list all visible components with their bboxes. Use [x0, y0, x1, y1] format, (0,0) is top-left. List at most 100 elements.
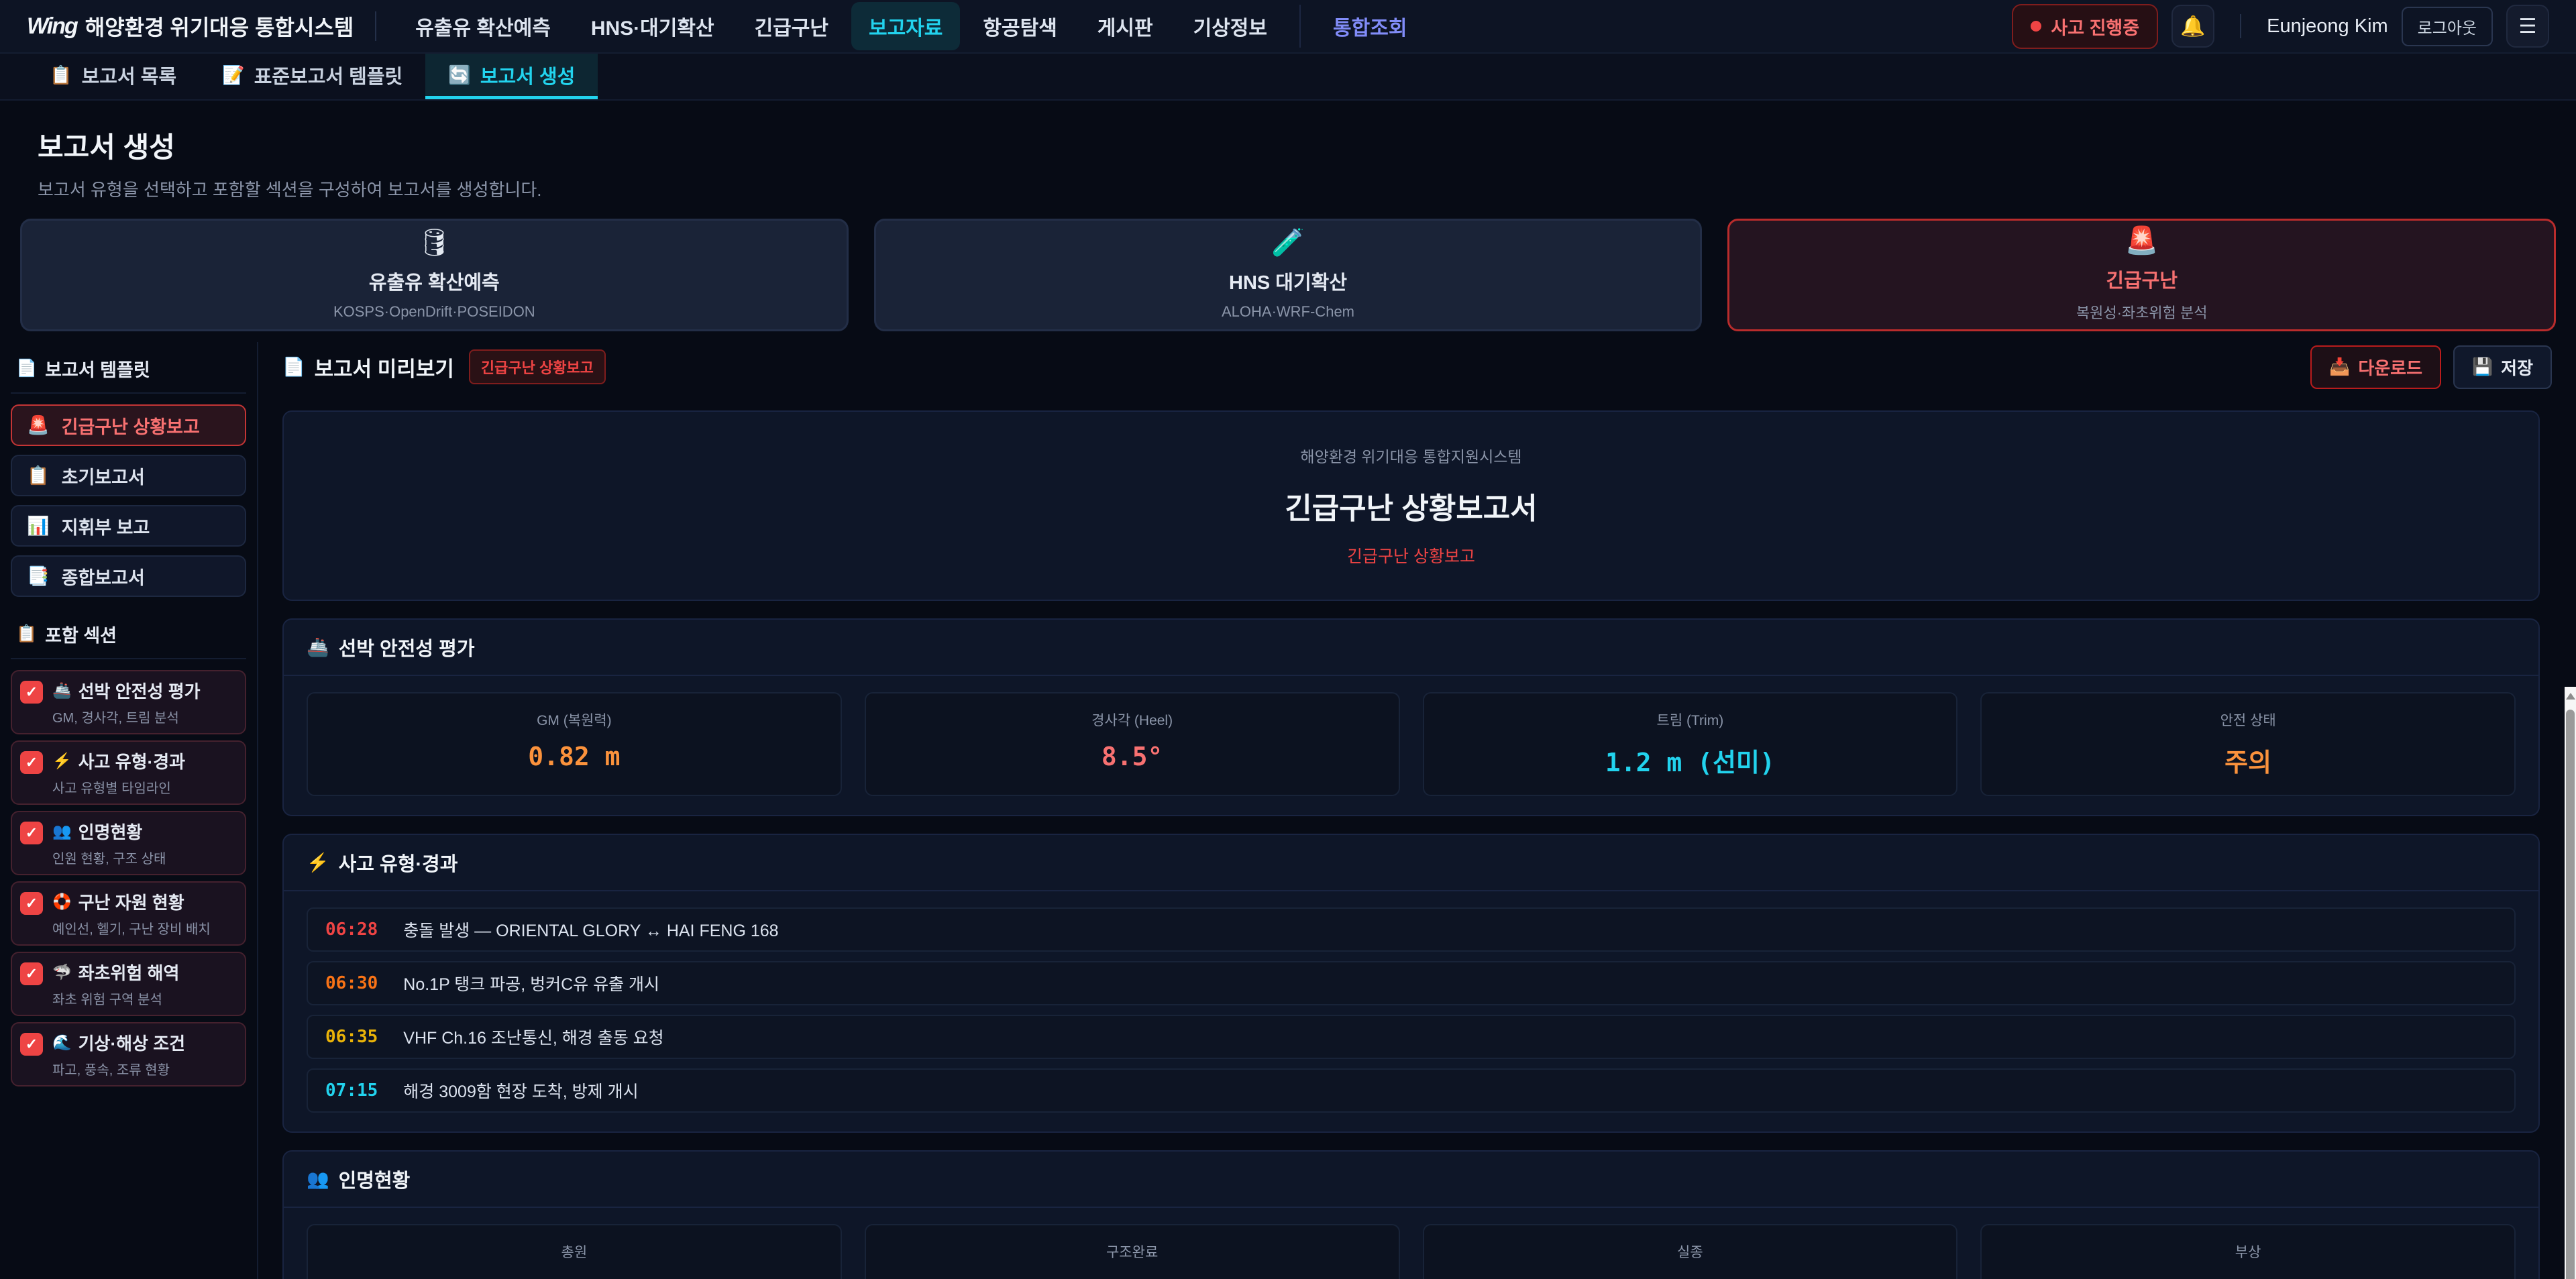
- stat-trim: 트림 (Trim) 1.2 m (선미): [1423, 692, 1958, 796]
- checkbox-checked[interactable]: ✓: [20, 1033, 43, 1056]
- checkbox-checked[interactable]: ✓: [20, 751, 43, 774]
- report-type-subtitle: 복원성·좌초위험 분석: [2076, 301, 2208, 323]
- section-toggle-grounding-risk[interactable]: ✓ 🦈 좌초위험 해역 좌초 위험 구역 분석: [11, 952, 246, 1016]
- preview-title: 보고서 미리보기: [315, 352, 454, 382]
- template-item-initial-report[interactable]: 📋 초기보고서: [11, 455, 246, 496]
- section-title: 좌초위험 해역: [78, 960, 180, 985]
- report-type-title: 긴급구난: [2106, 265, 2178, 293]
- preview-scroll-area[interactable]: 해양환경 위기대응 통합지원시스템 긴급구난 상황보고서 긴급구난 상황보고 🚢…: [282, 392, 2540, 1279]
- section-heading: 선박 안전성 평가: [339, 633, 475, 661]
- checkbox-checked[interactable]: ✓: [20, 681, 43, 704]
- nav-item-integrated-search[interactable]: 통합조회: [1316, 2, 1424, 50]
- section-subtitle: 인원 현황, 구조 상태: [52, 848, 166, 867]
- logout-button[interactable]: 로그아웃: [2402, 7, 2493, 46]
- save-button[interactable]: 💾 저장: [2453, 345, 2552, 389]
- main-nav: 유출유 확산예측 HNS·대기확산 긴급구난 보고자료 항공탐색 게시판 기상정…: [398, 2, 1424, 50]
- tab-report-generation[interactable]: 🔄 보고서 생성: [425, 54, 598, 99]
- tab-report-list[interactable]: 📋 보고서 목록: [27, 54, 199, 99]
- report-type-subtitle: KOSPS·OpenDrift·POSEIDON: [333, 303, 535, 321]
- scroll-up-icon: [2566, 693, 2575, 700]
- bookmark-tabs-icon: 📑: [27, 565, 50, 587]
- page-subtitle: 보고서 유형을 선택하고 포함할 섹션을 구성하여 보고서를 생성합니다.: [38, 176, 2538, 201]
- siren-icon: 🚨: [27, 414, 50, 436]
- document-icon: 📄: [16, 359, 37, 378]
- stat-injured: 부상 1 명: [1980, 1224, 2516, 1279]
- stat-total-persons: 총원 25 명: [307, 1224, 842, 1279]
- section-toggle-rescue-resources[interactable]: ✓ 🛟 구난 자원 현황 예인선, 헬기, 구난 장비 배치: [11, 881, 246, 946]
- sidebar: 📄 보고서 템플릿 🚨 긴급구난 상황보고 📋 초기보고서 📊 지휘부 보고 📑…: [0, 342, 258, 1279]
- template-item-rescue-report[interactable]: 🚨 긴급구난 상황보고: [11, 404, 246, 446]
- document-icon: 📄: [282, 356, 305, 378]
- stat-heel: 경사각 (Heel) 8.5°: [865, 692, 1400, 796]
- nav-item-rescue[interactable]: 긴급구난: [737, 2, 846, 50]
- report-preview-pane: 📄 보고서 미리보기 긴급구난 상황보고 📥 다운로드 💾 저장 해양환경 위기…: [258, 342, 2576, 1279]
- download-button[interactable]: 📥 다운로드: [2310, 345, 2441, 389]
- test-tube-icon: 🧪: [1271, 229, 1305, 256]
- download-label: 다운로드: [2358, 355, 2422, 380]
- template-item-comprehensive-report[interactable]: 📑 종합보고서: [11, 555, 246, 597]
- nav-item-reports[interactable]: 보고자료: [851, 2, 960, 50]
- scrollbar-thumb[interactable]: [2566, 710, 2575, 1279]
- section-toggle-incident-timeline[interactable]: ✓ ⚡ 사고 유형·경과 사고 유형별 타임라인: [11, 740, 246, 805]
- checkbox-checked[interactable]: ✓: [20, 822, 43, 844]
- wave-icon: 🌊: [52, 1034, 72, 1052]
- stat-missing: 실종 2 명: [1423, 1224, 1958, 1279]
- template-label: 지휘부 보고: [62, 513, 150, 539]
- scroll-up-button[interactable]: [2565, 687, 2576, 706]
- nav-item-board[interactable]: 게시판: [1080, 2, 1171, 50]
- template-label: 초기보고서: [62, 463, 145, 489]
- memo-icon: 📝: [222, 64, 245, 86]
- ship-icon: 🚢: [52, 681, 72, 700]
- section-heading: 인명현황: [339, 1165, 411, 1193]
- stat-safety-status: 안전 상태 주의: [1980, 692, 2516, 796]
- report-type-subtitle: ALOHA·WRF-Chem: [1222, 303, 1354, 321]
- people-icon: 👥: [307, 1168, 329, 1190]
- save-label: 저장: [2501, 355, 2533, 380]
- lightning-icon: ⚡: [52, 752, 72, 770]
- section-toggle-ship-safety[interactable]: ✓ 🚢 선박 안전성 평가 GM, 경사각, 트림 분석: [11, 670, 246, 734]
- people-icon: 👥: [52, 822, 72, 840]
- report-subtitle: 긴급구난 상황보고: [316, 543, 2506, 567]
- section-subtitle: 파고, 풍속, 조류 현황: [52, 1059, 185, 1078]
- nav-item-aerial-search[interactable]: 항공탐색: [965, 2, 1074, 50]
- section-ship-safety: 🚢 선박 안전성 평가 GM (복원력) 0.82 m 경사각 (Heel) 8…: [282, 618, 2540, 816]
- scrollbar[interactable]: [2565, 687, 2576, 1279]
- incident-status-badge: 사고 진행중: [2012, 4, 2158, 49]
- tab-label: 보고서 생성: [480, 61, 575, 89]
- nav-item-oil-spill[interactable]: 유출유 확산예측: [398, 2, 568, 50]
- nav-separator: [1299, 5, 1301, 48]
- report-type-oil-spill[interactable]: 🛢 유출유 확산예측 KOSPS·OpenDrift·POSEIDON: [20, 219, 849, 331]
- life-buoy-icon: 🛟: [52, 893, 72, 911]
- report-type-rescue[interactable]: 🚨 긴급구난 복원성·좌초위험 분석: [1727, 219, 2556, 331]
- tab-standard-templates[interactable]: 📝 표준보고서 템플릿: [199, 54, 425, 99]
- lightning-icon: ⚡: [307, 852, 329, 873]
- stat-gm: GM (복원력) 0.82 m: [307, 692, 842, 796]
- section-title: 사고 유형·경과: [78, 748, 185, 773]
- checkbox-checked[interactable]: ✓: [20, 892, 43, 915]
- notifications-button[interactable]: 🔔: [2171, 5, 2214, 48]
- report-type-title: 유출유 확산예측: [369, 267, 500, 295]
- section-toggle-casualties[interactable]: ✓ 👥 인명현황 인원 현황, 구조 상태: [11, 811, 246, 875]
- template-label: 긴급구난 상황보고: [62, 412, 200, 439]
- sections-header: 📋 포함 섹션: [11, 614, 246, 659]
- section-incident-timeline: ⚡ 사고 유형·경과 06:28 충돌 발생 — ORIENTAL GLORY …: [282, 834, 2540, 1133]
- report-org: 해양환경 위기대응 통합지원시스템: [316, 444, 2506, 467]
- section-title: 구난 자원 현황: [78, 889, 184, 914]
- templates-header: 📄 보고서 템플릿: [11, 349, 246, 394]
- timeline-event: 06:30 No.1P 탱크 파공, 벙커C유 유출 개시: [307, 961, 2516, 1005]
- oil-drum-icon: 🛢: [417, 229, 451, 256]
- checkbox-checked[interactable]: ✓: [20, 962, 43, 985]
- menu-button[interactable]: ☰: [2506, 5, 2549, 48]
- nav-item-weather[interactable]: 기상정보: [1176, 2, 1285, 50]
- report-type-hns[interactable]: 🧪 HNS 대기확산 ALOHA·WRF-Chem: [874, 219, 1703, 331]
- sections-header-label: 포함 섹션: [45, 621, 117, 647]
- app-logo[interactable]: Wing 해양환경 위기대응 통합시스템: [27, 11, 354, 42]
- nav-item-hns[interactable]: HNS·대기확산: [574, 2, 732, 50]
- preview-header: 📄 보고서 미리보기 긴급구난 상황보고 📥 다운로드 💾 저장: [282, 342, 2552, 392]
- top-nav-right: 사고 진행중 🔔 Eunjeong Kim 로그아웃 ☰: [2012, 4, 2549, 49]
- template-item-command-report[interactable]: 📊 지휘부 보고: [11, 505, 246, 547]
- page-title: 보고서 생성: [38, 125, 2538, 166]
- section-toggle-weather-sea[interactable]: ✓ 🌊 기상·해상 조건 파고, 풍속, 조류 현황: [11, 1022, 246, 1087]
- bar-chart-icon: 📊: [27, 515, 50, 537]
- workspace: 📄 보고서 템플릿 🚨 긴급구난 상황보고 📋 초기보고서 📊 지휘부 보고 📑…: [0, 342, 2576, 1279]
